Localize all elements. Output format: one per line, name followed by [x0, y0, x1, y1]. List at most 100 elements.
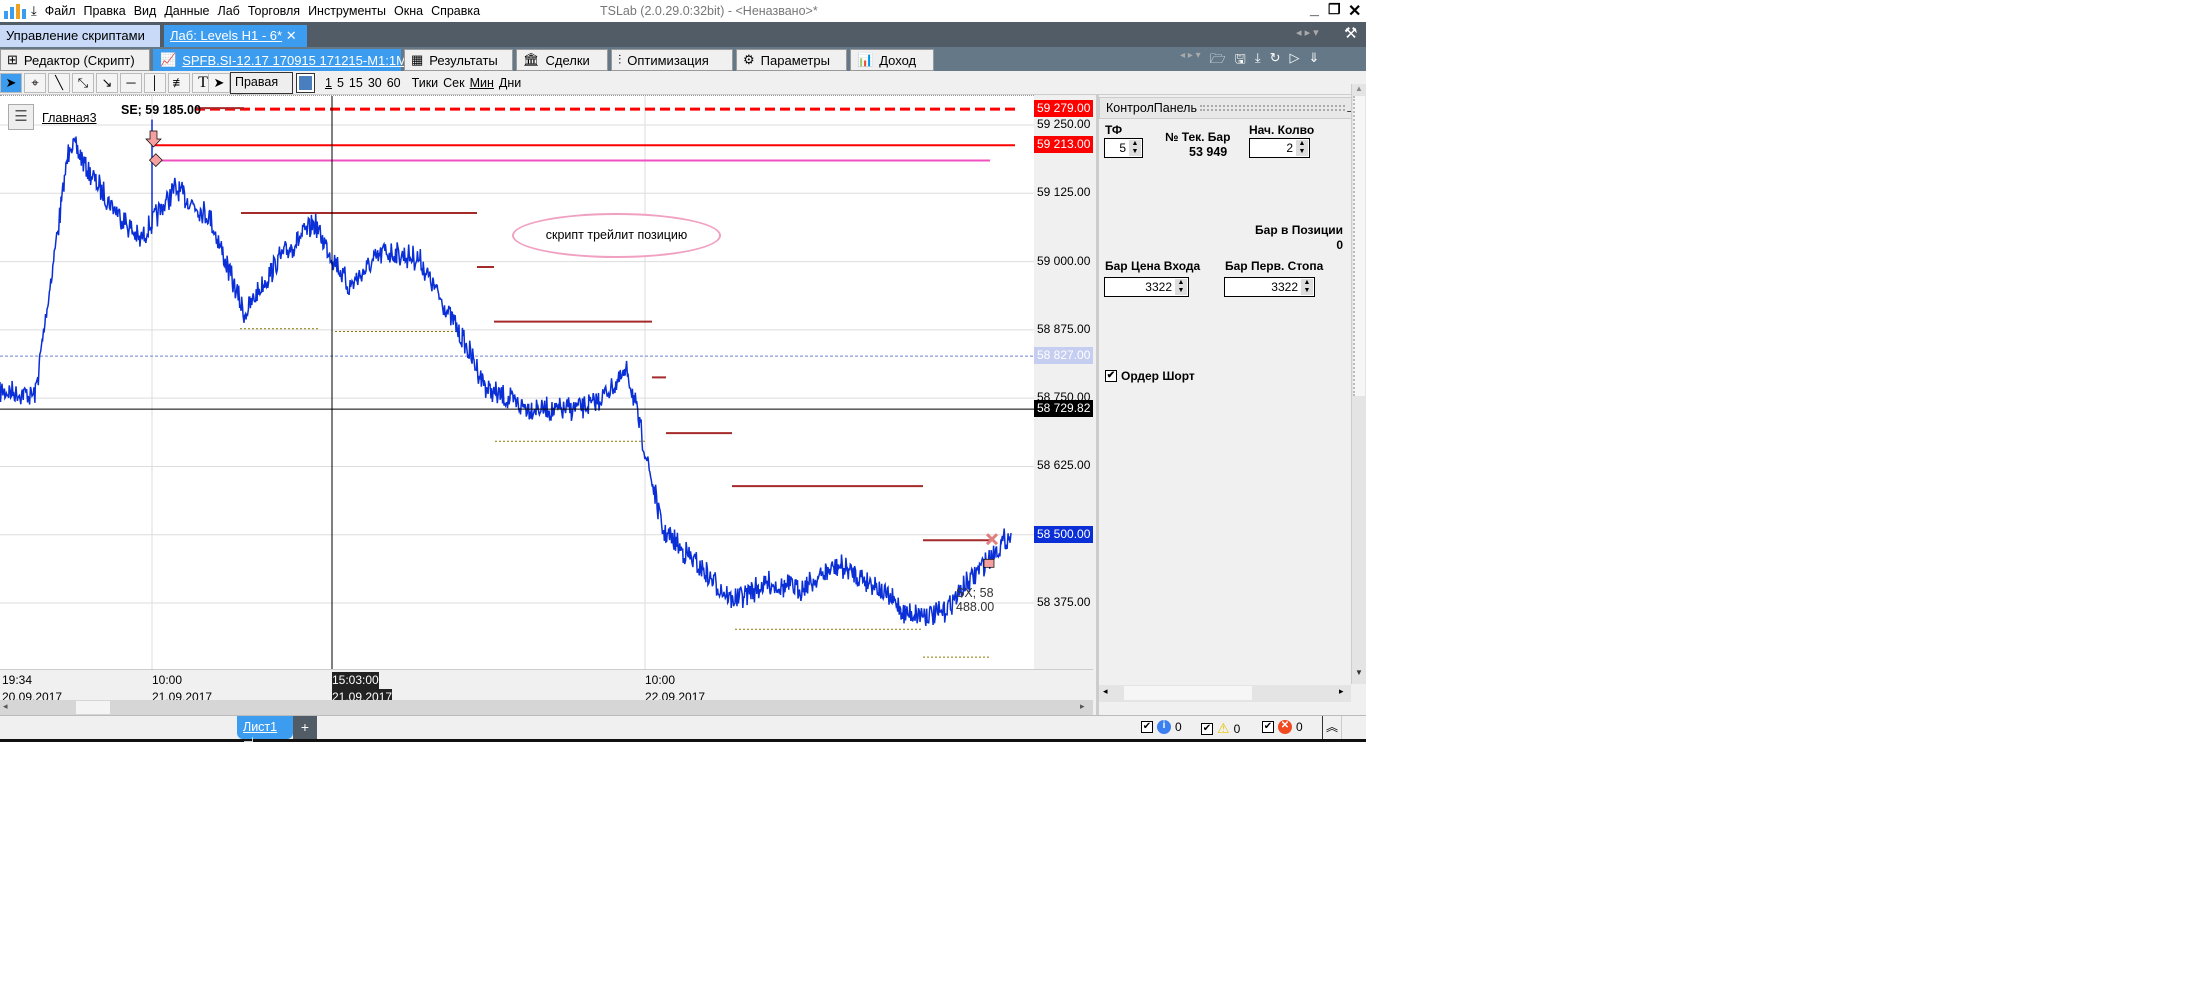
menu-item[interactable]: Окна	[390, 4, 427, 18]
pane-menu-icon[interactable]: ☰	[8, 104, 34, 130]
error-filter[interactable]: ✔ ✕ 0	[1262, 720, 1303, 734]
tab-deals[interactable]: 🏛 Сделки	[516, 49, 608, 71]
scroll-left-icon[interactable]: ◂	[1103, 686, 1108, 697]
qty-spinner[interactable]: 2 ▲ ▼	[1249, 138, 1310, 158]
short-order-checkbox[interactable]: ✔ Ордер Шорт	[1105, 369, 1195, 383]
time-time-label: 10:00	[152, 673, 183, 687]
axis-side-select[interactable]: Правая ▼	[230, 72, 293, 102]
control-panel: КонтролПанель⊥ ТФ 5▲▼ № Тек. Бар 53 949 …	[1096, 84, 1366, 715]
expand-panel-icon[interactable]: ︽	[1322, 716, 1342, 739]
tab-script-editor[interactable]: ⊞ Редактор (Скрипт)	[0, 49, 150, 71]
checkbox-checked-icon[interactable]: ✔	[1105, 370, 1117, 382]
menu-item[interactable]: Инструменты	[304, 4, 390, 18]
control-panel-header: КонтролПанель⊥	[1099, 97, 1363, 119]
scroll-thumb[interactable]	[1353, 96, 1365, 396]
price-axis[interactable]: 59 250.00 59 125.00 59 000.00 58 875.00 58 7…	[1034, 95, 1093, 700]
step-down-icon[interactable]: ⇓	[1308, 50, 1319, 72]
tab-script-management[interactable]: Управление скриптами	[0, 25, 160, 47]
menu-item[interactable]: Справка	[427, 4, 484, 18]
checkbox-checked-icon[interactable]: ✔	[1141, 721, 1153, 733]
download-icon[interactable]: ⤓	[1255, 50, 1261, 72]
spinner-value: 3322	[1145, 280, 1172, 294]
maximize-button[interactable]: ❐	[1328, 1, 1341, 18]
panel-title: КонтролПанель	[1106, 101, 1197, 115]
menu-item[interactable]: Вид	[130, 4, 161, 18]
minimize-button[interactable]: _	[1310, 1, 1319, 19]
scroll-up-icon[interactable]: ▲	[1355, 84, 1363, 93]
pointer-tool-icon[interactable]: ➤	[0, 73, 22, 93]
scroll-right-icon[interactable]: ▸	[1339, 686, 1344, 697]
info-filter[interactable]: ✔ i 0	[1141, 720, 1182, 734]
timeframe-4[interactable]: 60	[387, 76, 401, 90]
menu-item[interactable]: Данные	[160, 4, 213, 18]
tslab-window: ⤓ Файл Правка Вид Данные Лаб Торговля Инструме…	[0, 0, 1366, 749]
delete-drawings-icon[interactable]: ➤	[208, 73, 230, 93]
spinner-arrows-icon[interactable]: ▲ ▼	[1175, 279, 1187, 295]
tools-icon[interactable]: ⚒	[1344, 24, 1357, 42]
ray-tool-icon[interactable]: ⤡	[72, 73, 94, 93]
close-button[interactable]: ✕	[1348, 1, 1361, 21]
tab-nav-arrows-icon[interactable]: ◂ ▸ ▾	[1296, 26, 1319, 39]
scroll-right-icon[interactable]: ▸	[1080, 701, 1085, 712]
tab-lab-levels[interactable]: Лаб: Levels H1 - 6* ✕	[164, 25, 307, 47]
refresh-icon[interactable]: ↻	[1270, 50, 1281, 72]
entry-bar-spinner[interactable]: 3322 ▲ ▼	[1104, 277, 1189, 297]
close-tab-icon[interactable]: ✕	[286, 28, 297, 43]
save-icon[interactable]: 🖫	[1235, 50, 1246, 72]
tab-chart[interactable]: 📈SPFB.SI-12.17 170915 171215-M1:1M✕	[153, 49, 424, 71]
tab-income[interactable]: 📊 Доход	[850, 49, 934, 71]
price-marker-label: 58 729.82	[1034, 400, 1093, 418]
pin-icon[interactable]: ⊣	[243, 735, 254, 749]
scroll-thumb[interactable]	[76, 701, 110, 714]
timeframe-6[interactable]: Сек	[443, 76, 464, 90]
stop-bar-spinner[interactable]: 3322 ▲ ▼	[1224, 277, 1315, 297]
nav-arrows-icon[interactable]: ◂ ▸ ▾	[1180, 50, 1201, 72]
title-bar: ⤓ Файл Правка Вид Данные Лаб Торговля Инструме…	[0, 0, 1366, 22]
scroll-thumb[interactable]	[1124, 686, 1252, 700]
arrow-line-tool-icon[interactable]: ↘	[96, 73, 118, 93]
spinner-arrows-icon[interactable]: ▲ ▼	[1129, 140, 1141, 156]
play-icon[interactable]: ▷	[1289, 50, 1299, 72]
timeframe-3[interactable]: 30	[368, 76, 382, 90]
tf-spinner[interactable]: 5 ▲ ▼	[1104, 138, 1143, 158]
timeframe-8[interactable]: Дни	[499, 76, 521, 90]
timeframe-0[interactable]: 1	[325, 76, 332, 90]
add-sheet-button[interactable]: +	[293, 716, 317, 739]
menu-item[interactable]: Лаб	[214, 4, 244, 18]
scroll-left-icon[interactable]: ◂	[3, 701, 8, 712]
tab-results[interactable]: ▦ Результаты	[404, 49, 513, 71]
time-axis[interactable]: 19:34 20.09.2017 10:00 21.09.2017 15:03:00 21…	[0, 669, 1093, 706]
panel-vertical-scrollbar[interactable]: ▲ ▼	[1351, 84, 1366, 684]
line-tool-icon[interactable]: ╲	[48, 73, 70, 93]
crosshair-tool-icon[interactable]: ⌖	[24, 73, 46, 93]
checkbox-checked-icon[interactable]: ✔	[1201, 722, 1213, 735]
save-download-icon[interactable]: ⤓	[31, 3, 37, 19]
pane-name[interactable]: Главная3	[42, 111, 97, 125]
menu-item[interactable]: Правка	[79, 4, 129, 18]
spinner-arrows-icon[interactable]: ▲ ▼	[1296, 140, 1308, 156]
tab-optimization[interactable]: ⫶ Оптимизация	[611, 49, 733, 71]
annotation-ellipse[interactable]: скрипт трейлит позицию	[512, 213, 721, 258]
panel-horizontal-scrollbar[interactable]: ◂ ▸	[1099, 685, 1351, 702]
timeframe-5[interactable]: Тики	[412, 76, 439, 90]
chart-canvas[interactable]	[0, 96, 1034, 670]
fibonacci-tool-icon[interactable]: ≢	[168, 73, 190, 93]
horizontal-line-tool-icon[interactable]: ─	[120, 73, 142, 93]
tab-label: Сделки	[545, 52, 590, 68]
timeframe-7[interactable]: Мин	[470, 76, 494, 90]
timeframe-1[interactable]: 5	[337, 76, 344, 90]
open-folder-icon[interactable]: 🗁	[1210, 50, 1226, 72]
warning-filter[interactable]: ✔ ⚠ 0	[1201, 720, 1240, 737]
sheet-tab[interactable]: Лист1 ⊣	[237, 716, 293, 749]
scroll-down-icon[interactable]: ▼	[1355, 668, 1363, 677]
tab-parameters[interactable]: ⚙ Параметры	[736, 49, 847, 71]
checkbox-checked-icon[interactable]: ✔	[1262, 721, 1274, 733]
menu-item[interactable]: Торговля	[244, 4, 304, 18]
vertical-line-tool-icon[interactable]: │	[144, 73, 166, 93]
price-chart[interactable]: ☰ Главная3 SE; 59 185.00 SX; 58 488.00 с…	[0, 95, 1034, 670]
spinner-arrows-icon[interactable]: ▲ ▼	[1301, 279, 1313, 295]
timeframe-2[interactable]: 15	[349, 76, 363, 90]
chart-horizontal-scrollbar[interactable]: ◂ ▸	[0, 700, 1093, 715]
color-picker-button[interactable]	[296, 73, 315, 93]
menu-item[interactable]: Файл	[41, 4, 80, 18]
